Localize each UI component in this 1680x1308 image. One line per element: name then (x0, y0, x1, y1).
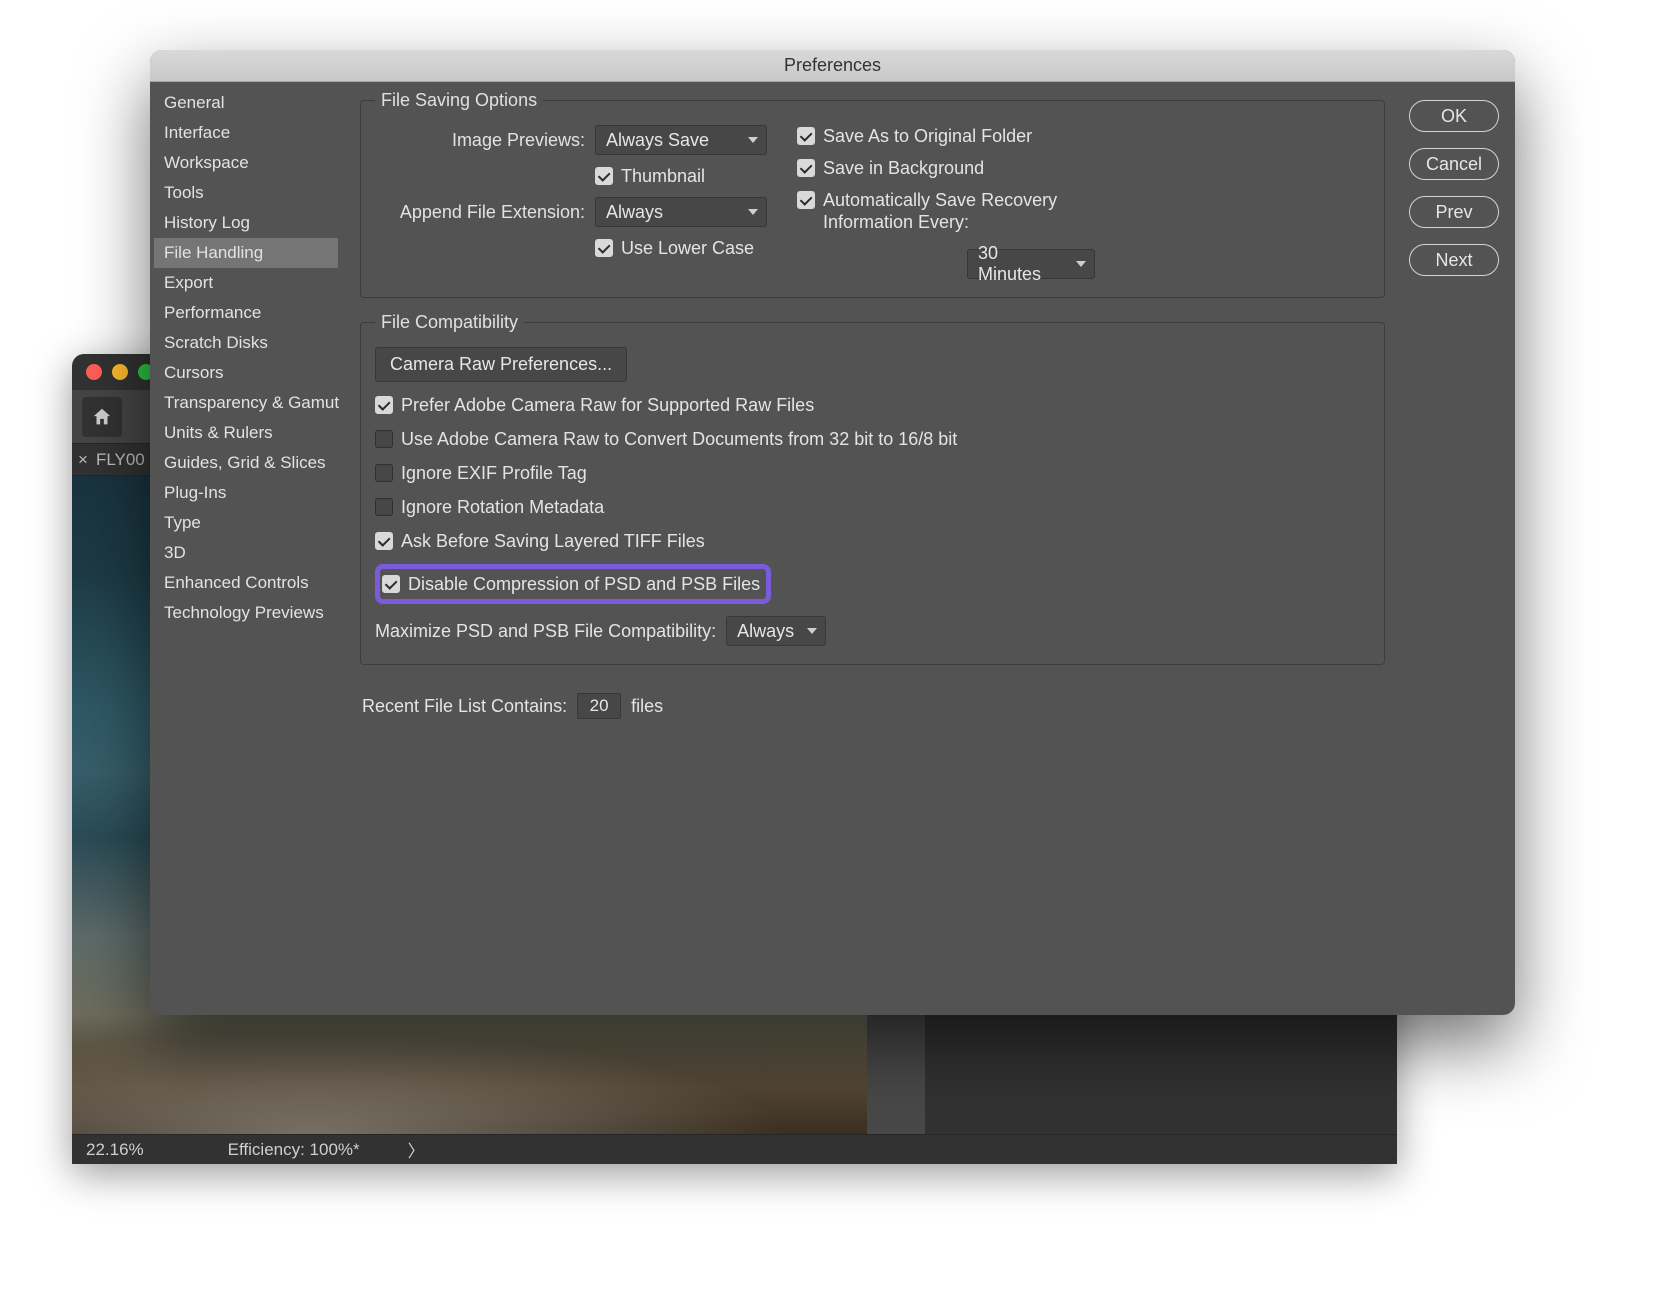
preferences-dialog: Preferences General Interface Workspace … (150, 50, 1515, 1015)
ignore-rotation-checkbox[interactable]: Ignore Rotation Metadata (375, 496, 604, 518)
ask-tiff-checkbox[interactable]: Ask Before Saving Layered TIFF Files (375, 530, 705, 552)
cat-units-rulers[interactable]: Units & Rulers (154, 418, 338, 448)
status-chevron-icon[interactable]: 〉 (408, 1137, 425, 1162)
cat-plug-ins[interactable]: Plug-Ins (154, 478, 338, 508)
disable-compression-checkbox[interactable]: Disable Compression of PSD and PSB Files (382, 573, 760, 595)
tab-close-icon[interactable]: × (78, 450, 88, 470)
dialog-button-column: OK Cancel Prev Next (1403, 82, 1515, 1015)
prefer-acr-checkbox[interactable]: Prefer Adobe Camera Raw for Supported Ra… (375, 394, 814, 416)
save-as-original-checkbox[interactable]: Save As to Original Folder (797, 125, 1370, 147)
cancel-button[interactable]: Cancel (1409, 148, 1499, 180)
recovery-interval-select[interactable]: 30 Minutes (967, 249, 1095, 279)
save-in-background-checkbox[interactable]: Save in Background (797, 157, 1370, 179)
cat-export[interactable]: Export (154, 268, 338, 298)
cat-file-handling[interactable]: File Handling (154, 238, 338, 268)
cat-technology-previews[interactable]: Technology Previews (154, 598, 338, 628)
maximize-compat-select[interactable]: Always (726, 616, 826, 646)
cat-enhanced-controls[interactable]: Enhanced Controls (154, 568, 338, 598)
cat-guides-grid-slices[interactable]: Guides, Grid & Slices (154, 448, 338, 478)
image-previews-label: Image Previews: (375, 130, 585, 151)
home-button[interactable] (82, 397, 122, 437)
auto-save-recovery-checkbox[interactable]: Automatically Save Recovery Information … (797, 189, 1370, 233)
close-window-icon[interactable] (86, 364, 102, 380)
preferences-category-list: General Interface Workspace Tools Histor… (150, 82, 342, 1015)
append-extension-select[interactable]: Always (595, 197, 767, 227)
status-bar: 22.16% Efficiency: 100%* 〉 (72, 1134, 1397, 1164)
cat-general[interactable]: General (154, 88, 338, 118)
cat-scratch-disks[interactable]: Scratch Disks (154, 328, 338, 358)
cat-3d[interactable]: 3D (154, 538, 338, 568)
cat-tools[interactable]: Tools (154, 178, 338, 208)
cat-workspace[interactable]: Workspace (154, 148, 338, 178)
group-file-saving: File Saving Options Image Previews: Alwa… (360, 90, 1385, 298)
next-button[interactable]: Next (1409, 244, 1499, 276)
cat-transparency-gamut[interactable]: Transparency & Gamut (154, 388, 338, 418)
cat-cursors[interactable]: Cursors (154, 358, 338, 388)
camera-raw-preferences-button[interactable]: Camera Raw Preferences... (375, 347, 627, 382)
group-file-compatibility: File Compatibility Camera Raw Preference… (360, 312, 1385, 665)
cat-type[interactable]: Type (154, 508, 338, 538)
home-icon (91, 406, 113, 428)
dialog-title: Preferences (150, 50, 1515, 82)
maximize-compat-label: Maximize PSD and PSB File Compatibility: (375, 621, 716, 642)
image-previews-select[interactable]: Always Save (595, 125, 767, 155)
recent-file-list-row: Recent File List Contains: files (362, 693, 1385, 719)
group-file-saving-legend: File Saving Options (375, 90, 543, 111)
highlight-disable-compression: Disable Compression of PSD and PSB Files (375, 564, 771, 604)
use-acr-convert-checkbox[interactable]: Use Adobe Camera Raw to Convert Document… (375, 428, 957, 450)
minimize-window-icon[interactable] (112, 364, 128, 380)
ignore-exif-checkbox[interactable]: Ignore EXIF Profile Tag (375, 462, 587, 484)
recent-files-input[interactable] (577, 693, 621, 719)
prev-button[interactable]: Prev (1409, 196, 1499, 228)
recent-files-label: Recent File List Contains: (362, 696, 567, 717)
cat-performance[interactable]: Performance (154, 298, 338, 328)
thumbnail-checkbox[interactable]: Thumbnail (595, 165, 705, 187)
group-file-compatibility-legend: File Compatibility (375, 312, 524, 333)
append-extension-label: Append File Extension: (375, 202, 585, 223)
ok-button[interactable]: OK (1409, 100, 1499, 132)
mac-traffic-lights (86, 364, 154, 380)
use-lower-case-checkbox[interactable]: Use Lower Case (595, 237, 754, 259)
cat-history-log[interactable]: History Log (154, 208, 338, 238)
settings-pane: File Saving Options Image Previews: Alwa… (342, 82, 1403, 1015)
recent-files-suffix: files (631, 696, 663, 717)
zoom-value[interactable]: 22.16% (72, 1140, 158, 1160)
cat-interface[interactable]: Interface (154, 118, 338, 148)
efficiency-readout[interactable]: Efficiency: 100%* (158, 1140, 400, 1160)
document-tab-label[interactable]: FLY00 (96, 450, 145, 470)
